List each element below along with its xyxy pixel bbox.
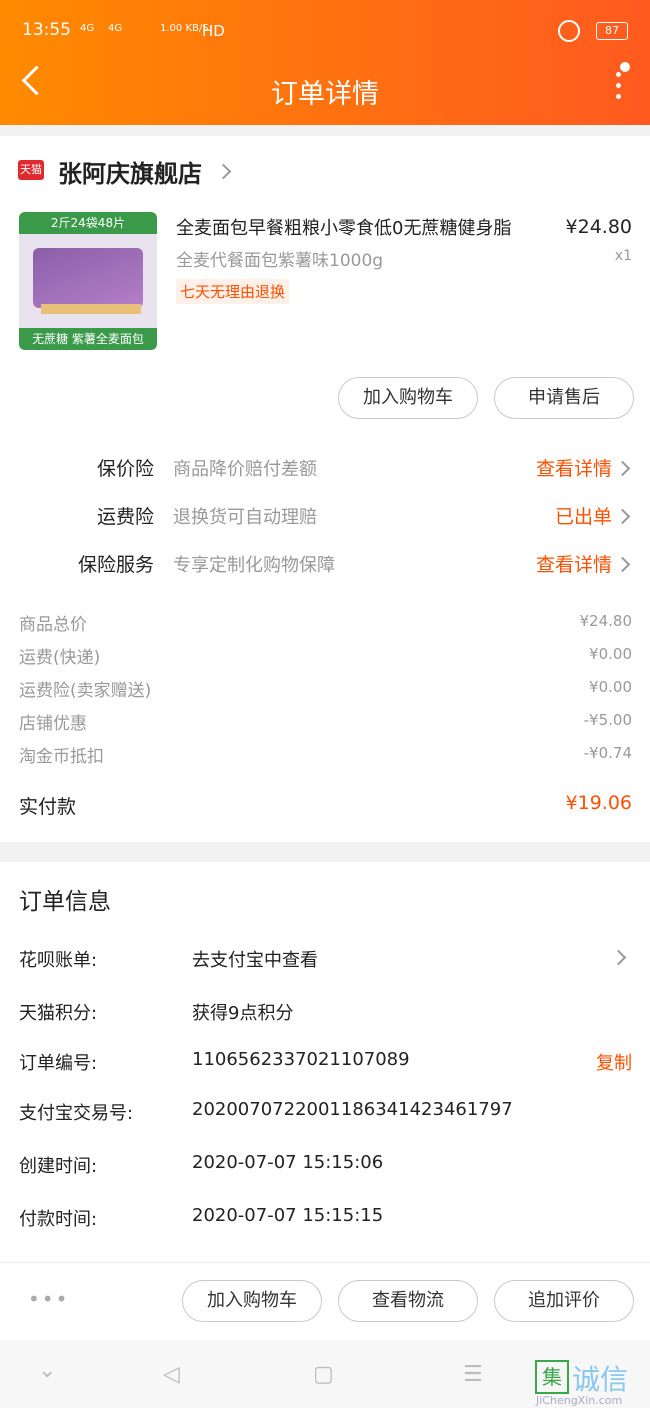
paid-value: ¥19.06 xyxy=(565,792,632,814)
fee-label-shipping: 运费(快递) xyxy=(19,648,101,668)
hd-indicator: HD xyxy=(202,22,225,40)
add-review-button[interactable]: 追加评价 xyxy=(494,1280,634,1322)
more-dots-button[interactable]: ••• xyxy=(28,1287,69,1311)
order-info-title: 订单信息 xyxy=(19,889,111,915)
copy-button[interactable]: 复制 xyxy=(596,1049,632,1075)
add-to-cart-button[interactable]: 加入购物车 xyxy=(338,377,478,419)
return-policy-tag: 七天无理由退换 xyxy=(176,279,290,304)
fee-value-coin: -¥0.74 xyxy=(583,744,632,762)
system-nav-bar: ⌄ ◁ ▢ ☰ 集 诚信 JiChengXin.com xyxy=(0,1340,650,1408)
created-time: 2020-07-07 15:15:06 xyxy=(192,1152,384,1173)
insurance-label-service: 保险服务 xyxy=(77,554,154,576)
order-number: 1106562337021107089 xyxy=(192,1049,410,1070)
tmall-logo: 天猫 xyxy=(18,160,44,180)
watermark-text: 诚信 xyxy=(572,1363,629,1396)
fee-value-shop-discount: -¥5.00 xyxy=(583,711,632,729)
product-image-top-text: 2斤24袋48片 xyxy=(19,212,157,234)
chevron-right-icon xyxy=(610,949,627,966)
order-row-label: 支付宝交易号: xyxy=(19,1103,134,1124)
bottom-action-bar: ••• 加入购物车 查看物流 追加评价 xyxy=(0,1262,650,1341)
menu-lines-icon[interactable]: ☰ xyxy=(463,1362,483,1387)
insurance-desc-shipping: 退换货可自动理赔 xyxy=(173,507,317,528)
page-title: 订单详情 xyxy=(271,79,379,110)
watermark-logo: 集 xyxy=(535,1360,569,1394)
alarm-icon xyxy=(558,20,580,42)
app-header: 13:55 4G 4G 1.00 KB/S HD 87 订单详情 xyxy=(0,0,650,125)
fee-value-total: ¥24.80 xyxy=(579,612,633,630)
paid-time: 2020-07-07 15:15:15 xyxy=(192,1205,384,1226)
fee-label-coin: 淘金币抵扣 xyxy=(19,747,104,767)
fee-label-shop-discount: 店铺优惠 xyxy=(19,714,87,734)
insurance-label-shipping: 运费险 xyxy=(96,506,154,528)
fee-label-total: 商品总价 xyxy=(19,615,87,635)
fee-value-shipping: ¥0.00 xyxy=(589,645,632,663)
signal-icon-2: 4G xyxy=(108,23,123,34)
insurance-link-shipping[interactable]: 已出单 xyxy=(555,502,612,529)
bottom-add-cart-button[interactable]: 加入购物车 xyxy=(182,1280,322,1322)
order-row-label: 订单编号: xyxy=(19,1053,98,1074)
insurance-link-price[interactable]: 查看详情 xyxy=(536,454,612,481)
order-row-value[interactable]: 去支付宝中查看 xyxy=(192,946,318,972)
bread-graphic xyxy=(33,248,143,308)
status-bar: 13:55 4G 4G 1.00 KB/S HD 87 xyxy=(22,18,628,46)
order-row-label: 付款时间: xyxy=(19,1209,98,1230)
insurance-desc-price: 商品降价赔付差额 xyxy=(173,459,317,480)
chevron-right-icon xyxy=(614,556,631,573)
product-qty: x1 xyxy=(614,248,632,264)
shop-name[interactable]: 张阿庆旗舰店 xyxy=(58,154,202,189)
watermark-site: JiChengXin.com xyxy=(536,1394,623,1407)
signal-icon-1: 4G xyxy=(80,23,95,34)
product-title[interactable]: 全麦面包早餐粗粮小零食低0无蔗糖健身脂 xyxy=(176,214,511,240)
order-row-value: 获得9点积分 xyxy=(192,1003,294,1024)
insurance-link-service[interactable]: 查看详情 xyxy=(536,550,612,577)
alipay-trade-number: 2020070722001186341423461797 xyxy=(192,1099,513,1120)
home-square-icon[interactable]: ▢ xyxy=(313,1362,334,1387)
order-card: 天猫 张阿庆旗舰店 2斤24袋48片 无蔗糖 紫薯全麦面包 全麦面包早餐粗粮小零… xyxy=(0,136,650,842)
insurance-desc-service: 专享定制化购物保障 xyxy=(173,555,335,576)
view-logistics-button[interactable]: 查看物流 xyxy=(338,1280,478,1322)
more-menu-button[interactable] xyxy=(616,72,622,105)
notification-dot-icon xyxy=(620,62,630,72)
order-row-label: 花呗账单: xyxy=(19,950,98,971)
crust-graphic xyxy=(41,304,141,314)
order-row-label: 创建时间: xyxy=(19,1156,98,1177)
product-image-bottom-text: 无蔗糖 紫薯全麦面包 xyxy=(19,328,157,350)
chevron-right-icon xyxy=(614,460,631,477)
after-sale-button[interactable]: 申请售后 xyxy=(494,377,634,419)
paid-label: 实付款 xyxy=(19,796,77,818)
order-row-label: 天猫积分: xyxy=(19,1003,98,1024)
product-image[interactable]: 2斤24袋48片 无蔗糖 紫薯全麦面包 xyxy=(19,212,157,350)
chevron-down-icon[interactable]: ⌄ xyxy=(38,1358,56,1383)
order-info-card: 订单信息 花呗账单: 去支付宝中查看 天猫积分: 获得9点积分 订单编号: 11… xyxy=(0,862,650,1262)
fee-value-shipping-insurance: ¥0.00 xyxy=(589,678,632,696)
back-triangle-icon[interactable]: ◁ xyxy=(163,1362,180,1387)
chevron-right-icon xyxy=(614,508,631,525)
insurance-label-price: 保价险 xyxy=(96,458,154,480)
battery-icon: 87 xyxy=(596,22,628,40)
product-price: ¥24.80 xyxy=(565,216,632,238)
chevron-right-icon xyxy=(215,163,232,180)
product-sku: 全麦代餐面包紫薯味1000g xyxy=(176,251,384,271)
fee-label-shipping-insurance: 运费险(卖家赠送) xyxy=(19,681,152,701)
status-time: 13:55 xyxy=(22,20,71,40)
